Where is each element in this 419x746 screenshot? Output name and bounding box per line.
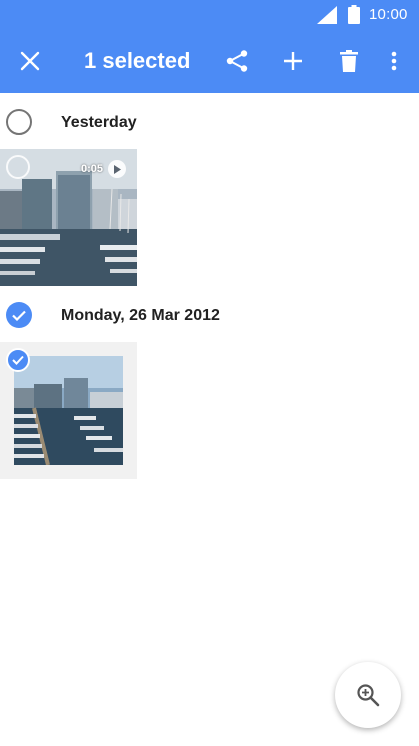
cellular-signal-icon	[317, 6, 337, 24]
section-header-monday: Monday, 26 Mar 2012	[0, 291, 419, 339]
check-icon	[12, 355, 24, 365]
section-date-label: Monday, 26 Mar 2012	[61, 307, 220, 324]
share-icon	[226, 50, 248, 72]
photo-thumbnail[interactable]	[0, 342, 137, 479]
delete-icon	[340, 50, 358, 72]
photo-preview-image	[14, 356, 123, 465]
top-area: 10:00 1 selected	[0, 0, 419, 93]
section-date-label: Yesterday	[61, 114, 137, 131]
add-icon	[284, 52, 302, 70]
delete-button[interactable]	[329, 41, 369, 81]
add-button[interactable]	[273, 41, 313, 81]
battery-icon	[348, 5, 360, 24]
zoom-button[interactable]	[335, 662, 401, 728]
select-section-checkbox[interactable]	[6, 302, 32, 328]
video-duration: 0:05	[81, 163, 104, 175]
play-icon	[108, 160, 126, 178]
app-bar: 1 selected	[0, 30, 419, 93]
status-bar: 10:00	[0, 0, 419, 30]
section-header-yesterday: Yesterday	[0, 98, 419, 146]
select-section-checkbox[interactable]	[6, 109, 32, 135]
selection-count-title: 1 selected	[84, 48, 191, 73]
select-item-checkbox[interactable]	[6, 348, 30, 372]
zoom-in-icon	[357, 684, 380, 707]
more-vert-icon	[391, 51, 397, 71]
share-button[interactable]	[217, 41, 257, 81]
select-item-checkbox[interactable]	[6, 155, 30, 179]
close-button[interactable]	[10, 41, 50, 81]
check-icon	[12, 310, 26, 321]
status-time: 10:00	[369, 6, 408, 23]
video-thumbnail[interactable]: 0:05	[0, 149, 137, 286]
close-icon	[20, 51, 40, 71]
more-options-button[interactable]	[379, 41, 409, 81]
